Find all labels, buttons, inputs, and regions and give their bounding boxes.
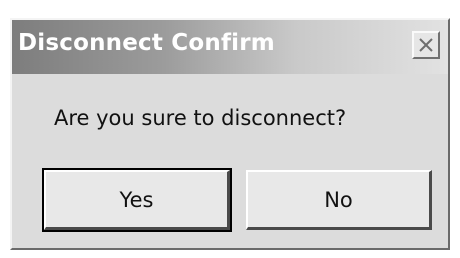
- yes-button[interactable]: Yes: [42, 168, 232, 232]
- close-icon: [419, 38, 433, 52]
- dialog-title: Disconnect Confirm: [18, 30, 275, 56]
- no-button[interactable]: No: [246, 170, 432, 230]
- close-button[interactable]: [412, 31, 440, 59]
- title-bar[interactable]: Disconnect Confirm: [12, 20, 448, 74]
- confirm-message: Are you sure to disconnect?: [54, 106, 347, 130]
- disconnect-confirm-dialog: Disconnect Confirm Are you sure to disco…: [10, 18, 450, 250]
